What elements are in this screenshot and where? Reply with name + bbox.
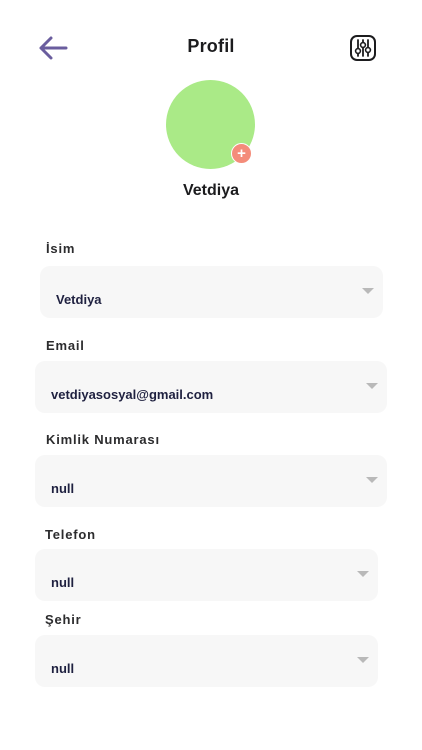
chevron-down-icon (366, 383, 378, 389)
field-value-email: vetdiyasosyal@gmail.com (51, 387, 214, 402)
field-value-kimlik: null (51, 481, 75, 496)
field-value-isim: Vetdiya (56, 292, 102, 307)
kimlik-field[interactable]: null (35, 455, 387, 507)
sliders-icon (350, 35, 376, 61)
header: Profil (0, 28, 422, 68)
plus-icon: + (237, 145, 246, 162)
field-label-telefon: Telefon (45, 527, 96, 542)
field-label-isim: İsim (46, 241, 76, 256)
field-value-telefon: null (51, 575, 75, 590)
settings-button[interactable] (349, 34, 377, 62)
field-value-sehir: null (51, 661, 75, 676)
add-photo-button[interactable]: + (231, 143, 252, 164)
email-field[interactable]: vetdiyasosyal@gmail.com (35, 361, 387, 413)
profile-page: Profil + Vetdiya İsim Vetdiya Email vetd… (0, 0, 422, 750)
field-label-kimlik: Kimlik Numarası (46, 432, 160, 447)
sehir-field[interactable]: null (35, 635, 378, 687)
chevron-down-icon (357, 571, 369, 577)
avatar-picker[interactable]: + (166, 80, 256, 170)
telefon-field[interactable]: null (35, 549, 378, 601)
profile-name: Vetdiya (182, 182, 240, 199)
chevron-down-icon (357, 657, 369, 663)
field-label-email: Email (46, 338, 85, 353)
isim-field[interactable]: Vetdiya (40, 266, 383, 318)
chevron-down-icon (366, 477, 378, 483)
chevron-down-icon (362, 288, 374, 294)
field-label-sehir: Şehir (45, 612, 82, 627)
